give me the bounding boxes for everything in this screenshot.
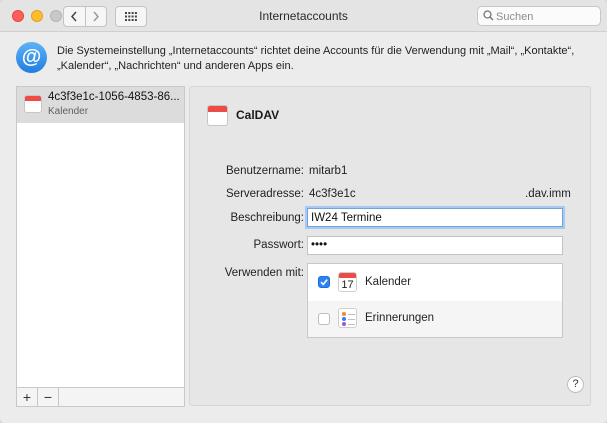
list-footer: + − [16, 388, 185, 407]
remove-account-button[interactable]: − [38, 388, 59, 406]
password-field[interactable]: •••• [307, 236, 563, 255]
reminders-checkbox[interactable] [318, 313, 330, 325]
calendar-icon [207, 105, 228, 126]
account-list-item[interactable]: 4c3f3e1c-1056-4853-86... Kalender [17, 87, 184, 123]
account-detail-panel: CalDAV Benutzername: mitarb1 Serveradres… [189, 86, 591, 406]
search-icon [483, 10, 494, 21]
account-type-title: CalDAV [236, 108, 280, 122]
description-label: Beschreibung: [230, 212, 304, 224]
server-value-domain: .dav.imm [525, 188, 571, 200]
server-value: 4c3f3e1c [309, 188, 356, 200]
calendar-icon [24, 95, 42, 113]
search-input[interactable] [496, 10, 596, 24]
server-label: Serveradresse: [226, 188, 304, 200]
preferences-window: Internetaccounts @ Die Systemeinstellung… [0, 0, 607, 423]
calendar-checkbox[interactable] [318, 276, 330, 288]
use-with-row-calendar[interactable]: 17 Kalender [308, 264, 562, 301]
account-title: 4c3f3e1c-1056-4853-86... [48, 91, 180, 103]
account-subtitle: Kalender [48, 106, 89, 117]
add-account-button[interactable]: + [17, 388, 38, 406]
username-value: mitarb1 [309, 165, 348, 177]
reminders-icon [338, 308, 357, 328]
title-bar: Internetaccounts [0, 0, 607, 32]
help-button[interactable]: ? [567, 376, 584, 393]
calendar-icon: 17 [338, 272, 357, 292]
header-description: Die Systemeinstellung „Internetaccounts“… [57, 45, 575, 72]
use-with-list: 17 Kalender Erinnerungen [307, 263, 563, 338]
username-label: Benutzername: [226, 165, 304, 177]
checkmark-icon [320, 279, 328, 286]
calendar-app-label: Kalender [365, 276, 412, 288]
use-with-row-reminders[interactable]: Erinnerungen [308, 301, 562, 337]
internet-accounts-icon: @ [16, 42, 47, 73]
use-with-label: Verwenden mit: [224, 267, 304, 279]
calendar-icon-date: 17 [341, 279, 354, 291]
password-label: Passwort: [253, 239, 305, 251]
search-field[interactable] [477, 6, 601, 26]
reminders-app-label: Erinnerungen [365, 312, 435, 324]
description-field[interactable] [307, 208, 563, 227]
account-list: 4c3f3e1c-1056-4853-86... Kalender [16, 86, 185, 388]
